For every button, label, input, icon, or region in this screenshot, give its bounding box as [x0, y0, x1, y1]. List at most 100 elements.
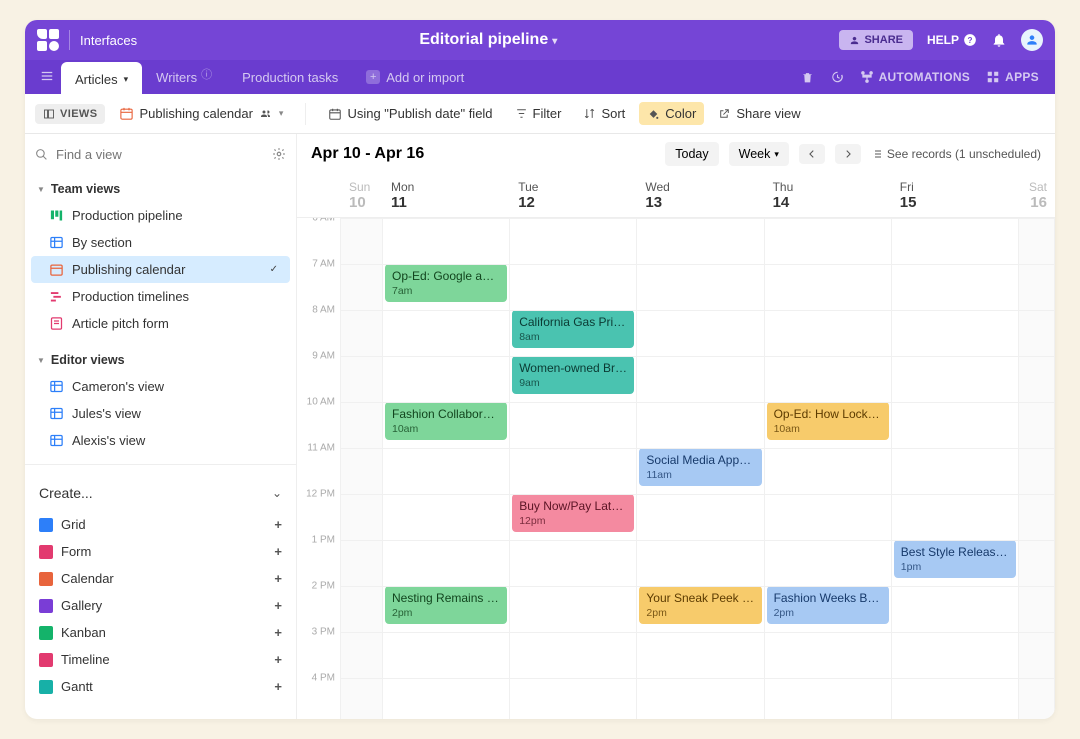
create-item[interactable]: Form +	[25, 538, 296, 565]
calendar-col-tue[interactable]: California Gas Pric...8am Women-owned Bra…	[510, 218, 637, 719]
calendar-icon	[119, 106, 134, 121]
calendar-event[interactable]: Women-owned Bra...9am	[512, 356, 634, 394]
event-title: Buy Now/Pay Later ...	[519, 499, 634, 513]
list-icon	[871, 148, 883, 160]
team-view-item[interactable]: Production timelines	[25, 283, 296, 310]
hour-label: 1 PM	[297, 535, 341, 546]
event-title: Best Style Release...	[901, 545, 1012, 559]
view-name-button[interactable]: Publishing calendar ▾	[111, 102, 291, 125]
menu-icon[interactable]	[33, 69, 61, 86]
search-input[interactable]	[56, 147, 264, 162]
tab-articles[interactable]: Articles▾	[61, 62, 142, 96]
filter-button[interactable]: Filter	[507, 102, 570, 125]
editor-view-item[interactable]: Alexis's view	[25, 427, 296, 454]
create-item[interactable]: Calendar+	[25, 565, 296, 592]
calendar-event[interactable]: Social Media Apps ...11am	[639, 448, 761, 486]
create-item[interactable]: Gallery+	[25, 592, 296, 619]
brand-icon[interactable]	[37, 29, 59, 51]
see-records-button[interactable]: See records (1 unscheduled)	[871, 147, 1041, 161]
today-button[interactable]: Today	[665, 142, 718, 166]
section-team-views[interactable]: ▼ Team views	[25, 174, 296, 202]
share-button[interactable]: SHARE	[839, 30, 913, 50]
calendar-event[interactable]: Buy Now/Pay Later ... 12pm	[512, 494, 634, 532]
create-item-label: Gallery	[61, 598, 102, 613]
calendar-event[interactable]: Nesting Remains Pr...2pm	[385, 586, 507, 624]
time-gutter: 6 AM7 AM8 AM9 AM10 AM11 AM12 PM1 PM2 PM3…	[297, 218, 341, 719]
tab-production-tasks[interactable]: Production tasks	[228, 64, 352, 91]
editor-view-item[interactable]: Jules's view	[25, 400, 296, 427]
calendar-event[interactable]: Best Style Release...1pm	[894, 540, 1016, 578]
bell-icon[interactable]	[991, 32, 1007, 48]
color-button[interactable]: Color	[639, 102, 704, 125]
using-field-button[interactable]: Using "Publish date" field	[320, 102, 500, 125]
views-button[interactable]: VIEWS	[35, 104, 105, 124]
history-icon[interactable]	[830, 70, 844, 84]
create-item[interactable]: Gantt+	[25, 673, 296, 700]
event-time: 12pm	[519, 515, 627, 527]
caret-down-icon: ▾	[774, 149, 779, 160]
plus-icon: +	[274, 517, 282, 532]
event-time: 8am	[519, 331, 627, 343]
editor-view-item[interactable]: Cameron's view	[25, 373, 296, 400]
calendar-col-wed[interactable]: Social Media Apps ...11am Your Sneak Peek…	[637, 218, 764, 719]
triangle-down-icon: ▼	[37, 185, 45, 194]
calendar-event[interactable]: Fashion Collaborati...10am	[385, 402, 507, 440]
calendar-body[interactable]: 6 AM7 AM8 AM9 AM10 AM11 AM12 PM1 PM2 PM3…	[297, 218, 1055, 719]
calendar-event[interactable]: Op-Ed: Google and...7am	[385, 264, 507, 302]
next-week-button[interactable]	[835, 144, 861, 164]
automations-link[interactable]: AUTOMATIONS	[860, 70, 971, 84]
calendar-col-mon[interactable]: Op-Ed: Google and...7am Fashion Collabora…	[383, 218, 510, 719]
team-view-item[interactable]: Production pipeline	[25, 202, 296, 229]
team-view-item[interactable]: Article pitch form	[25, 310, 296, 337]
section-editor-views[interactable]: ▼ Editor views	[25, 345, 296, 373]
create-item-label: Form	[61, 544, 91, 559]
find-view-search[interactable]	[25, 134, 296, 174]
interfaces-link[interactable]: Interfaces	[80, 33, 137, 48]
plus-icon: +	[274, 625, 282, 640]
calendar-col-sat[interactable]	[1019, 218, 1055, 719]
create-item[interactable]: Grid+	[25, 511, 296, 538]
add-or-import-button[interactable]: + Add or import	[366, 70, 464, 85]
apps-link[interactable]: APPS	[986, 70, 1039, 84]
view-type-icon	[39, 599, 53, 613]
team-view-item[interactable]: By section	[25, 229, 296, 256]
calendar-event[interactable]: Your Sneak Peek at...2pm	[639, 586, 761, 624]
event-title: Op-Ed: Google and...	[392, 269, 505, 283]
calendar-panel: Apr 10 - Apr 16 Today Week ▾ See records…	[297, 134, 1055, 719]
share-view-button[interactable]: Share view	[710, 102, 808, 125]
create-section-head[interactable]: Create... ⌄	[25, 475, 296, 511]
create-item[interactable]: Timeline+	[25, 646, 296, 673]
sort-button[interactable]: Sort	[575, 102, 633, 125]
apps-icon	[986, 70, 1000, 84]
calendar-event[interactable]: Op-Ed: How Lockd...10am	[767, 402, 889, 440]
hour-label: 7 AM	[297, 259, 341, 270]
tab-writers[interactable]: Writersⓘ	[142, 63, 228, 91]
sort-icon	[583, 107, 596, 120]
calendar-col-sun[interactable]	[341, 218, 383, 719]
prev-week-button[interactable]	[799, 144, 825, 164]
create-item[interactable]: Kanban+	[25, 619, 296, 646]
hour-label: 2 PM	[297, 581, 341, 592]
chevron-right-icon	[843, 149, 853, 159]
team-view-item[interactable]: Publishing calendar✓	[31, 256, 290, 283]
avatar[interactable]	[1021, 29, 1043, 51]
help-link[interactable]: HELP ?	[927, 33, 977, 47]
week-picker[interactable]: Week ▾	[729, 142, 789, 166]
calendar-col-thu[interactable]: Op-Ed: How Lockd...10am Fashion Weeks Bal…	[765, 218, 892, 719]
calendar-col-fri[interactable]: Best Style Release...1pm	[892, 218, 1019, 719]
calendar-event[interactable]: Fashion Weeks Bal...2pm	[767, 586, 889, 624]
plus-icon: +	[274, 544, 282, 559]
event-time: 10am	[774, 423, 882, 435]
gear-icon[interactable]	[272, 147, 286, 161]
main-area: ▼ Team views Production pipelineBy secti…	[25, 134, 1055, 719]
trash-icon[interactable]	[801, 71, 814, 84]
event-title: Fashion Collaborati...	[392, 407, 505, 421]
view-type-icon	[39, 653, 53, 667]
day-header: Thu14	[765, 174, 892, 217]
event-time: 2pm	[392, 607, 500, 619]
base-title[interactable]: Editorial pipeline▾	[419, 31, 557, 48]
calendar-event[interactable]: California Gas Pric...8am	[512, 310, 634, 348]
calendar-day-headers: Sun10Mon11Tue12Wed13Thu14Fri15Sat16	[297, 174, 1055, 218]
top-bar: Interfaces Editorial pipeline▾ SHARE HEL…	[25, 20, 1055, 60]
chevron-left-icon	[807, 149, 817, 159]
